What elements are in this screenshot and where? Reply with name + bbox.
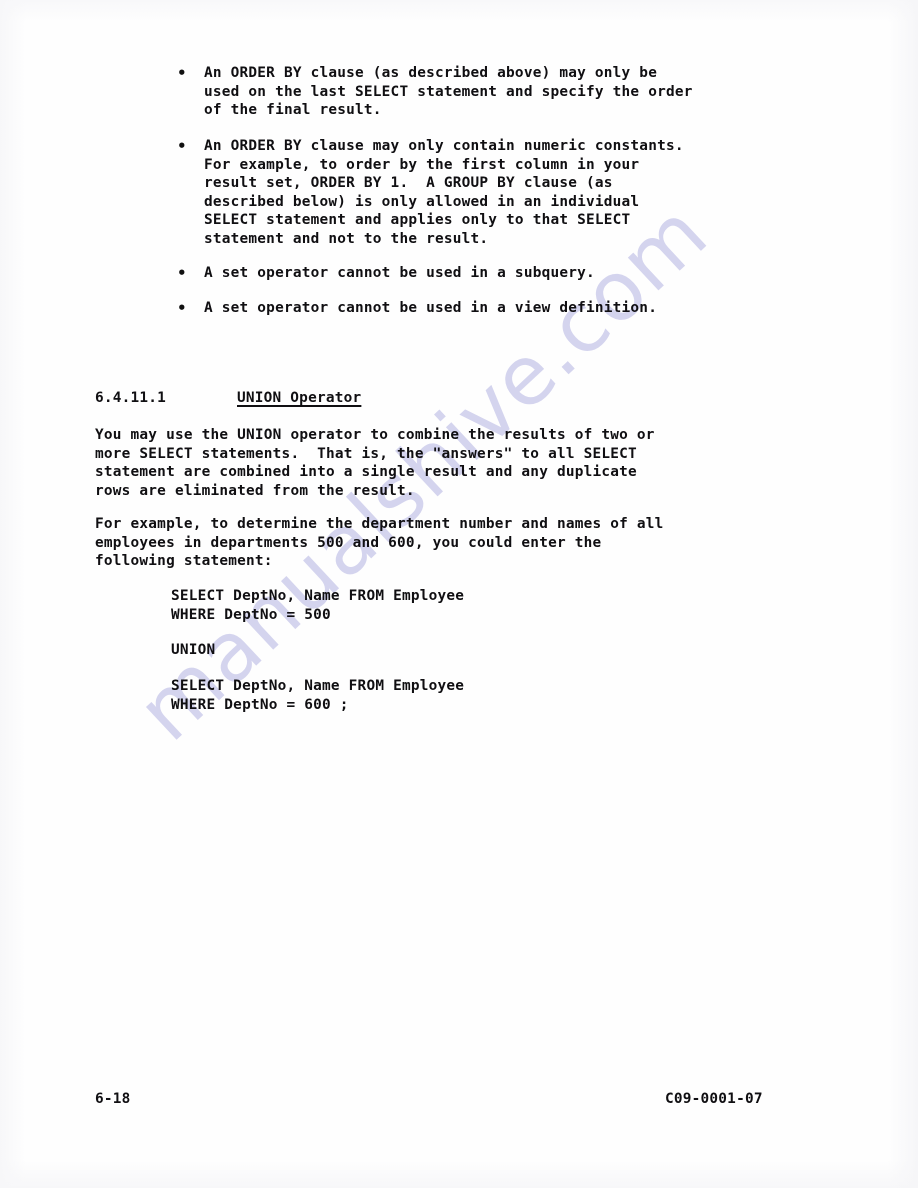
paragraph-line: more SELECT statements. That is, the "an…	[95, 445, 637, 462]
bullet-line: An ORDER BY clause (as described above) …	[204, 65, 658, 81]
paragraph-line: You may use the UNION operator to combin…	[95, 427, 655, 443]
paragraph-line: For example, to determine the department…	[95, 516, 664, 532]
code-line: SELECT DeptNo, Name FROM Employee	[171, 678, 465, 694]
bullet-line: A set operator cannot be used in a view …	[204, 300, 658, 316]
code-line: WHERE DeptNo = 600 ;	[171, 696, 349, 713]
bullet-line: statement and not to the result.	[204, 230, 489, 247]
paragraph-line: statement are combined into a single res…	[95, 464, 637, 480]
bullet-point-icon: •	[177, 137, 187, 155]
paragraph-line: rows are eliminated from the result.	[95, 482, 415, 499]
bullet-point-icon: •	[177, 299, 187, 317]
bullet-line: SELECT statement and applies only to tha…	[204, 212, 631, 228]
paragraph-line: following statement:	[95, 553, 273, 569]
footer-document-number: C09-0001-07	[665, 1091, 763, 1107]
footer-page-number: 6-18	[95, 1091, 131, 1107]
bullet-line: of the final result.	[204, 102, 382, 118]
bullet-line: result set, ORDER BY 1. A GROUP BY claus…	[204, 175, 613, 191]
code-line: SELECT DeptNo, Name FROM Employee	[171, 588, 465, 604]
bullet-line: described below) is only allowed in an i…	[204, 193, 640, 210]
bullet-line: For example, to order by the first colum…	[204, 156, 640, 173]
code-sample-block: SELECT DeptNo, Name FROM Employee WHERE …	[171, 587, 771, 720]
code-line: UNION	[171, 642, 216, 658]
bullet-line: A set operator cannot be used in a subqu…	[204, 265, 595, 281]
paragraph-line: employees in departments 500 and 600, yo…	[95, 534, 602, 551]
code-line: WHERE DeptNo = 500	[171, 606, 331, 623]
bullet-line: An ORDER BY clause may only contain nume…	[204, 138, 684, 154]
scanned-document-page: manualshive.com • An ORDER BY clause (as…	[0, 0, 918, 1188]
bullet-point-icon: •	[177, 264, 187, 282]
section-heading: 6.4.11.1 UNION Operator	[95, 389, 595, 409]
section-title: UNION Operator	[237, 390, 362, 406]
bullet-point-icon: •	[177, 64, 187, 82]
section-number: 6.4.11.1	[95, 390, 167, 406]
page-content: • An ORDER BY clause (as described above…	[0, 0, 918, 1188]
bullet-line: used on the last SELECT statement and sp…	[204, 83, 693, 100]
